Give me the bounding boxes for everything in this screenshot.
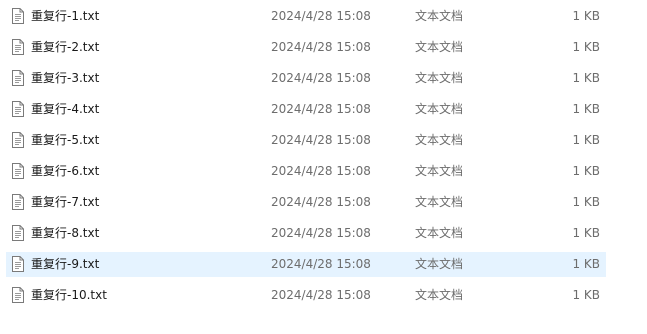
file-modified: 2024/4/28 15:08 [271, 226, 371, 240]
file-size: 1 KB [572, 164, 600, 178]
text-file-icon [12, 287, 24, 303]
text-file-icon [12, 163, 24, 179]
file-type: 文本文档 [415, 9, 464, 23]
file-type: 文本文档 [415, 195, 464, 209]
file-type: 文本文档 [415, 164, 464, 178]
text-file-icon [12, 39, 24, 55]
file-type: 文本文档 [415, 288, 464, 302]
file-row[interactable]: 重复行-5.txt 2024/4/28 15:08 文本文档 1 KB [6, 128, 606, 153]
file-size: 1 KB [572, 102, 600, 116]
text-file-icon [12, 8, 24, 24]
file-row[interactable]: 重复行-6.txt 2024/4/28 15:08 文本文档 1 KB [6, 159, 606, 184]
file-modified: 2024/4/28 15:08 [271, 164, 371, 178]
text-file-icon [12, 132, 24, 148]
file-type: 文本文档 [415, 226, 464, 240]
file-row[interactable]: 重复行-2.txt 2024/4/28 15:08 文本文档 1 KB [6, 35, 606, 60]
file-name: 重复行-1.txt [31, 9, 100, 23]
file-name: 重复行-8.txt [31, 226, 100, 240]
file-name: 重复行-2.txt [31, 40, 100, 54]
file-modified: 2024/4/28 15:08 [271, 9, 371, 23]
file-modified: 2024/4/28 15:08 [271, 71, 371, 85]
file-name: 重复行-5.txt [31, 133, 100, 147]
file-modified: 2024/4/28 15:08 [271, 288, 371, 302]
file-size: 1 KB [572, 226, 600, 240]
file-size: 1 KB [572, 288, 600, 302]
file-size: 1 KB [572, 257, 600, 271]
file-type: 文本文档 [415, 40, 464, 54]
file-row-selected[interactable]: 重复行-9.txt 2024/4/28 15:08 文本文档 1 KB [6, 252, 606, 277]
text-file-icon [12, 194, 24, 210]
file-type: 文本文档 [415, 71, 464, 85]
file-name: 重复行-10.txt [31, 288, 107, 302]
text-file-icon [12, 70, 24, 86]
text-file-icon [12, 225, 24, 241]
file-size: 1 KB [572, 40, 600, 54]
file-modified: 2024/4/28 15:08 [271, 195, 371, 209]
file-type: 文本文档 [415, 133, 464, 147]
file-type: 文本文档 [415, 257, 464, 271]
file-row[interactable]: 重复行-7.txt 2024/4/28 15:08 文本文档 1 KB [6, 190, 606, 215]
file-size: 1 KB [572, 71, 600, 85]
file-row[interactable]: 重复行-3.txt 2024/4/28 15:08 文本文档 1 KB [6, 66, 606, 91]
file-row[interactable]: 重复行-10.txt 2024/4/28 15:08 文本文档 1 KB [6, 283, 606, 308]
file-size: 1 KB [572, 195, 600, 209]
file-modified: 2024/4/28 15:08 [271, 133, 371, 147]
file-name: 重复行-3.txt [31, 71, 100, 85]
file-size: 1 KB [572, 9, 600, 23]
file-size: 1 KB [572, 133, 600, 147]
file-row[interactable]: 重复行-8.txt 2024/4/28 15:08 文本文档 1 KB [6, 221, 606, 246]
file-row[interactable]: 重复行-1.txt 2024/4/28 15:08 文本文档 1 KB [6, 4, 606, 29]
file-name: 重复行-9.txt [31, 257, 100, 271]
text-file-icon [12, 101, 24, 117]
file-name: 重复行-7.txt [31, 195, 100, 209]
file-list: 重复行-1.txt 2024/4/28 15:08 文本文档 1 KB 重复行-… [0, 0, 647, 334]
file-name: 重复行-4.txt [31, 102, 100, 116]
file-row[interactable]: 重复行-4.txt 2024/4/28 15:08 文本文档 1 KB [6, 97, 606, 122]
file-type: 文本文档 [415, 102, 464, 116]
file-modified: 2024/4/28 15:08 [271, 257, 371, 271]
file-name: 重复行-6.txt [31, 164, 100, 178]
file-modified: 2024/4/28 15:08 [271, 102, 371, 116]
text-file-icon [12, 256, 24, 272]
file-modified: 2024/4/28 15:08 [271, 40, 371, 54]
